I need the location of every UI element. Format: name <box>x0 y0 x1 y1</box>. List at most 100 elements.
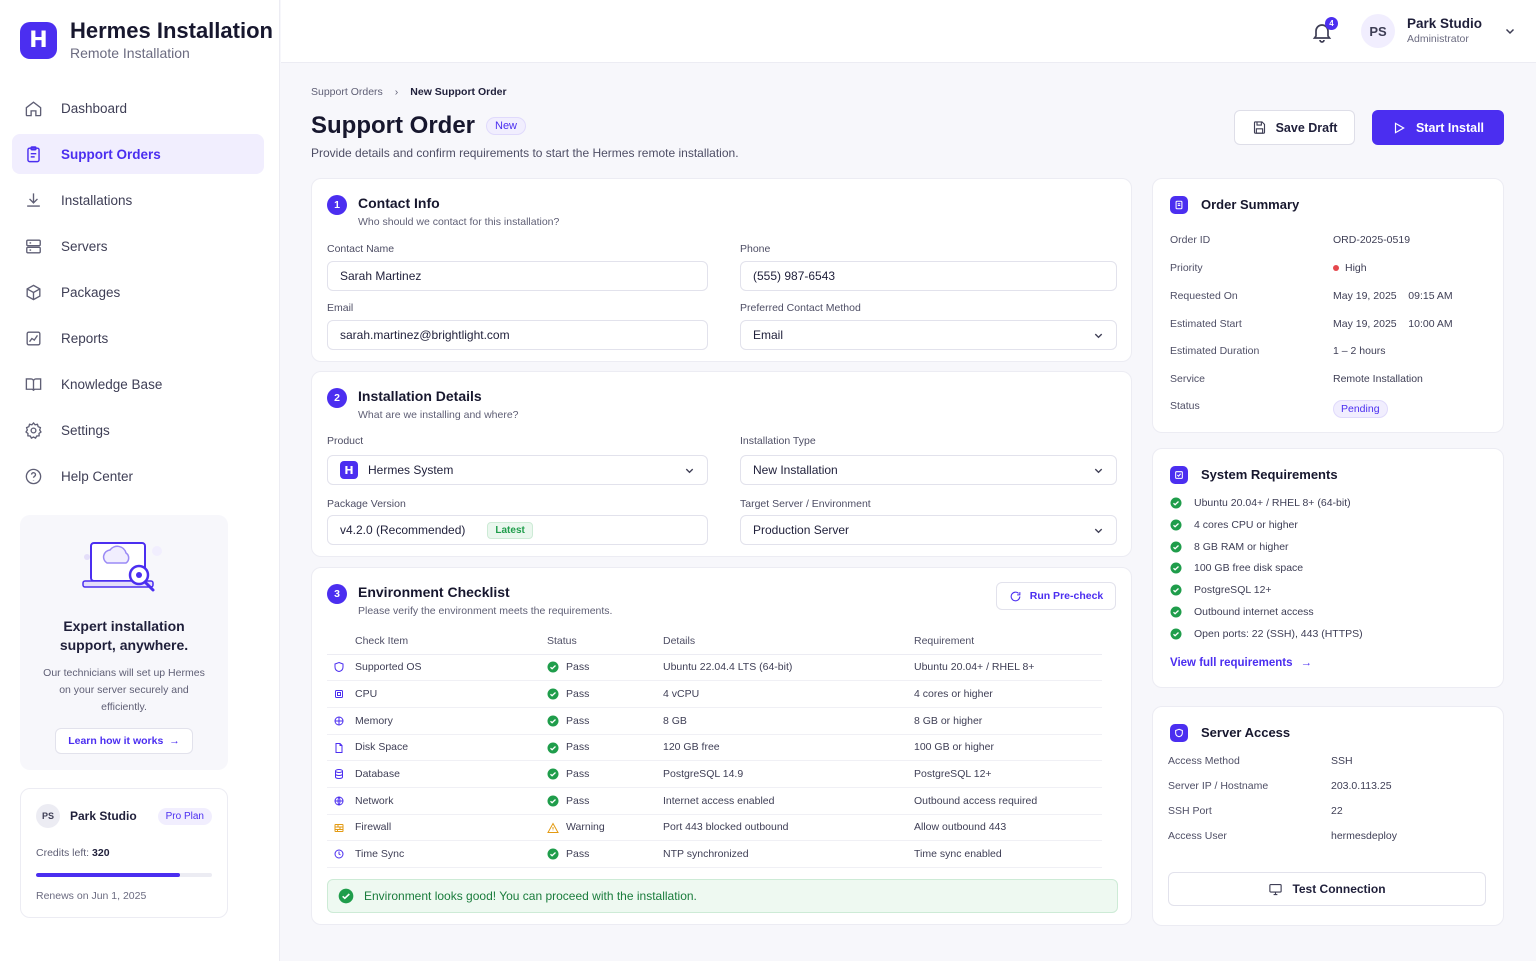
save-icon <box>1253 121 1265 134</box>
card-title: System Requirements <box>1201 467 1338 482</box>
sidebar-item-knowledge-base[interactable]: Knowledge Base <box>12 364 264 404</box>
promo-card: Expert installation support, anywhere. O… <box>20 515 228 770</box>
requirement-item: 8 GB RAM or higher <box>1170 541 1289 553</box>
shield-icon <box>1170 724 1188 742</box>
table-row: Disk Space Pass 120 GB free 100 GB or highe… <box>327 734 1102 762</box>
check-item-label: Disk Space <box>355 741 409 754</box>
requirement-cell: Allow outbound 443 <box>914 814 1102 842</box>
target-server-select[interactable]: Production Server <box>740 515 1117 545</box>
contact-method-value: Email <box>753 328 784 342</box>
step-number: 2 <box>327 388 347 408</box>
start-install-button[interactable]: Start Install <box>1372 110 1504 145</box>
start-install-label: Start Install <box>1415 120 1485 135</box>
package-version-field[interactable]: v4.2.0 (Recommended) Latest <box>327 515 708 545</box>
account-avatar: PS <box>36 804 60 828</box>
disk-icon <box>335 742 343 753</box>
promo-text: Our technicians will set up Hermes on yo… <box>43 667 205 713</box>
test-connection-button[interactable]: Test Connection <box>1168 872 1486 906</box>
requirement-item: Open ports: 22 (SSH), 443 (HTTPS) <box>1170 628 1363 640</box>
breadcrumb-item[interactable]: Support Orders <box>311 86 383 98</box>
table-row: Database Pass PostgreSQL 14.9 PostgreSQL 12… <box>327 760 1102 788</box>
book-icon <box>25 377 42 391</box>
card-subtitle: Please verify the environment meets the … <box>358 605 613 617</box>
contact-method-select[interactable]: Email <box>740 320 1117 350</box>
check-circle-icon <box>1170 497 1182 509</box>
check-circle-icon <box>1170 584 1182 596</box>
table-row: CPU Pass 4 vCPU 4 cores or higher <box>327 680 1102 708</box>
requirement-item: Ubuntu 20.04+ / RHEL 8+ (64-bit) <box>1170 497 1351 509</box>
sidebar-item-reports[interactable]: Reports <box>12 318 264 358</box>
card-title: Server Access <box>1201 725 1291 740</box>
status-label: Pass <box>566 661 590 674</box>
sidebar-item-help-center[interactable]: Help Center <box>12 456 264 496</box>
sidebar-item-servers[interactable]: Servers <box>12 226 264 266</box>
installation-type-select[interactable]: New Installation <box>740 455 1117 485</box>
sidebar-item-settings[interactable]: Settings <box>12 410 264 450</box>
credits-text: Credits left: 320 <box>36 847 110 859</box>
arrow-right-icon: → <box>169 735 180 747</box>
sidebar-item-support-orders[interactable]: Support Orders <box>12 134 264 174</box>
server-icon <box>26 238 41 254</box>
sidebar-item-packages[interactable]: Packages <box>12 272 264 312</box>
chevron-down-icon <box>1094 468 1103 474</box>
status-label: Pass <box>566 741 590 754</box>
details-cell: Port 443 blocked outbound <box>663 814 914 842</box>
learn-more-label: Learn how it works <box>68 735 164 747</box>
cpu-icon <box>335 690 343 699</box>
access-row: SSH Port 22 <box>1168 805 1486 817</box>
sidebar-item-label: Servers <box>61 238 108 254</box>
phone-field[interactable]: (555) 987-6543 <box>740 261 1117 291</box>
notifications-button[interactable]: 4 <box>1310 17 1338 44</box>
check-item-cell: Time Sync <box>327 840 547 868</box>
save-draft-button[interactable]: Save Draft <box>1234 110 1355 145</box>
promo-title: Expert installation support, anywhere. <box>59 618 189 653</box>
breadcrumb-separator-icon: › <box>394 86 399 98</box>
banner-text: Environment looks good! You can proceed … <box>364 889 697 903</box>
summary-value: 1 – 2 hours <box>1333 345 1386 357</box>
access-value: hermesdeploy <box>1331 830 1397 842</box>
check-circle-icon <box>547 795 559 807</box>
table-row: Firewall Warning Port 443 blocked outbound… <box>327 814 1102 842</box>
target-server-label: Target Server / Environment <box>740 498 871 510</box>
save-draft-label: Save Draft <box>1275 120 1338 135</box>
card-subtitle: Who should we contact for this installat… <box>358 216 560 228</box>
server-access-card: Server Access Access Method SSH Server IP … <box>1152 706 1504 926</box>
user-name: Park Studio <box>1406 16 1482 31</box>
view-requirements-link[interactable]: View full requirements → <box>1170 657 1312 669</box>
requirement-text: 100 GB free disk space <box>1194 562 1304 575</box>
status-cell: Pass <box>547 654 663 682</box>
plan-badge[interactable]: Pro Plan <box>157 807 212 825</box>
sidebar-item-installations[interactable]: Installations <box>12 180 264 220</box>
learn-more-link[interactable]: Learn how it works → <box>55 728 193 754</box>
system-requirements-card: System Requirements Ubuntu 20.04+ / RHEL… <box>1152 448 1504 688</box>
product-select[interactable]: H Hermes System <box>327 455 708 485</box>
sidebar-item-label: Packages <box>61 284 121 300</box>
card-title: Contact Info <box>358 195 440 211</box>
contact-name-field[interactable]: Sarah Martinez <box>327 261 708 291</box>
access-key: Server IP / Hostname <box>1168 780 1269 792</box>
package-version-label: Package Version <box>327 498 406 510</box>
package-icon <box>26 284 41 300</box>
requirement-cell: Ubuntu 20.04+ / RHEL 8+ <box>914 654 1102 682</box>
access-value: SSH <box>1331 755 1353 767</box>
status-cell: Pass <box>547 734 663 762</box>
user-menu[interactable]: PS Park Studio Administrator <box>1360 14 1516 48</box>
access-value: 22 <box>1331 805 1343 817</box>
status-label: Pass <box>566 687 590 700</box>
summary-row: Requested On May 19, 2025 09:15 AM <box>1170 290 1486 302</box>
sidebar-item-label: Dashboard <box>61 100 128 116</box>
order-summary-card: Order Summary Order ID ORD-2025-0519 Prior… <box>1152 178 1504 433</box>
account-name: Park Studio <box>70 809 137 823</box>
column-header: Status <box>547 629 663 655</box>
card-title: Environment Checklist <box>358 584 510 600</box>
check-circle-icon <box>1170 519 1182 531</box>
app-title: Hermes Installation <box>70 18 273 43</box>
test-connection-label: Test Connection <box>1292 882 1386 896</box>
email-field[interactable]: sarah.martinez@brightlight.com <box>327 320 708 350</box>
clock-icon <box>334 849 344 859</box>
brand[interactable]: H Hermes Installation Remote Installatio… <box>20 18 273 62</box>
run-precheck-button[interactable]: Run Pre-check <box>996 582 1116 610</box>
check-circle-icon <box>547 848 559 860</box>
renews-text: Renews on Jun 1, 2025 <box>36 890 147 902</box>
sidebar-item-dashboard[interactable]: Dashboard <box>12 88 264 128</box>
